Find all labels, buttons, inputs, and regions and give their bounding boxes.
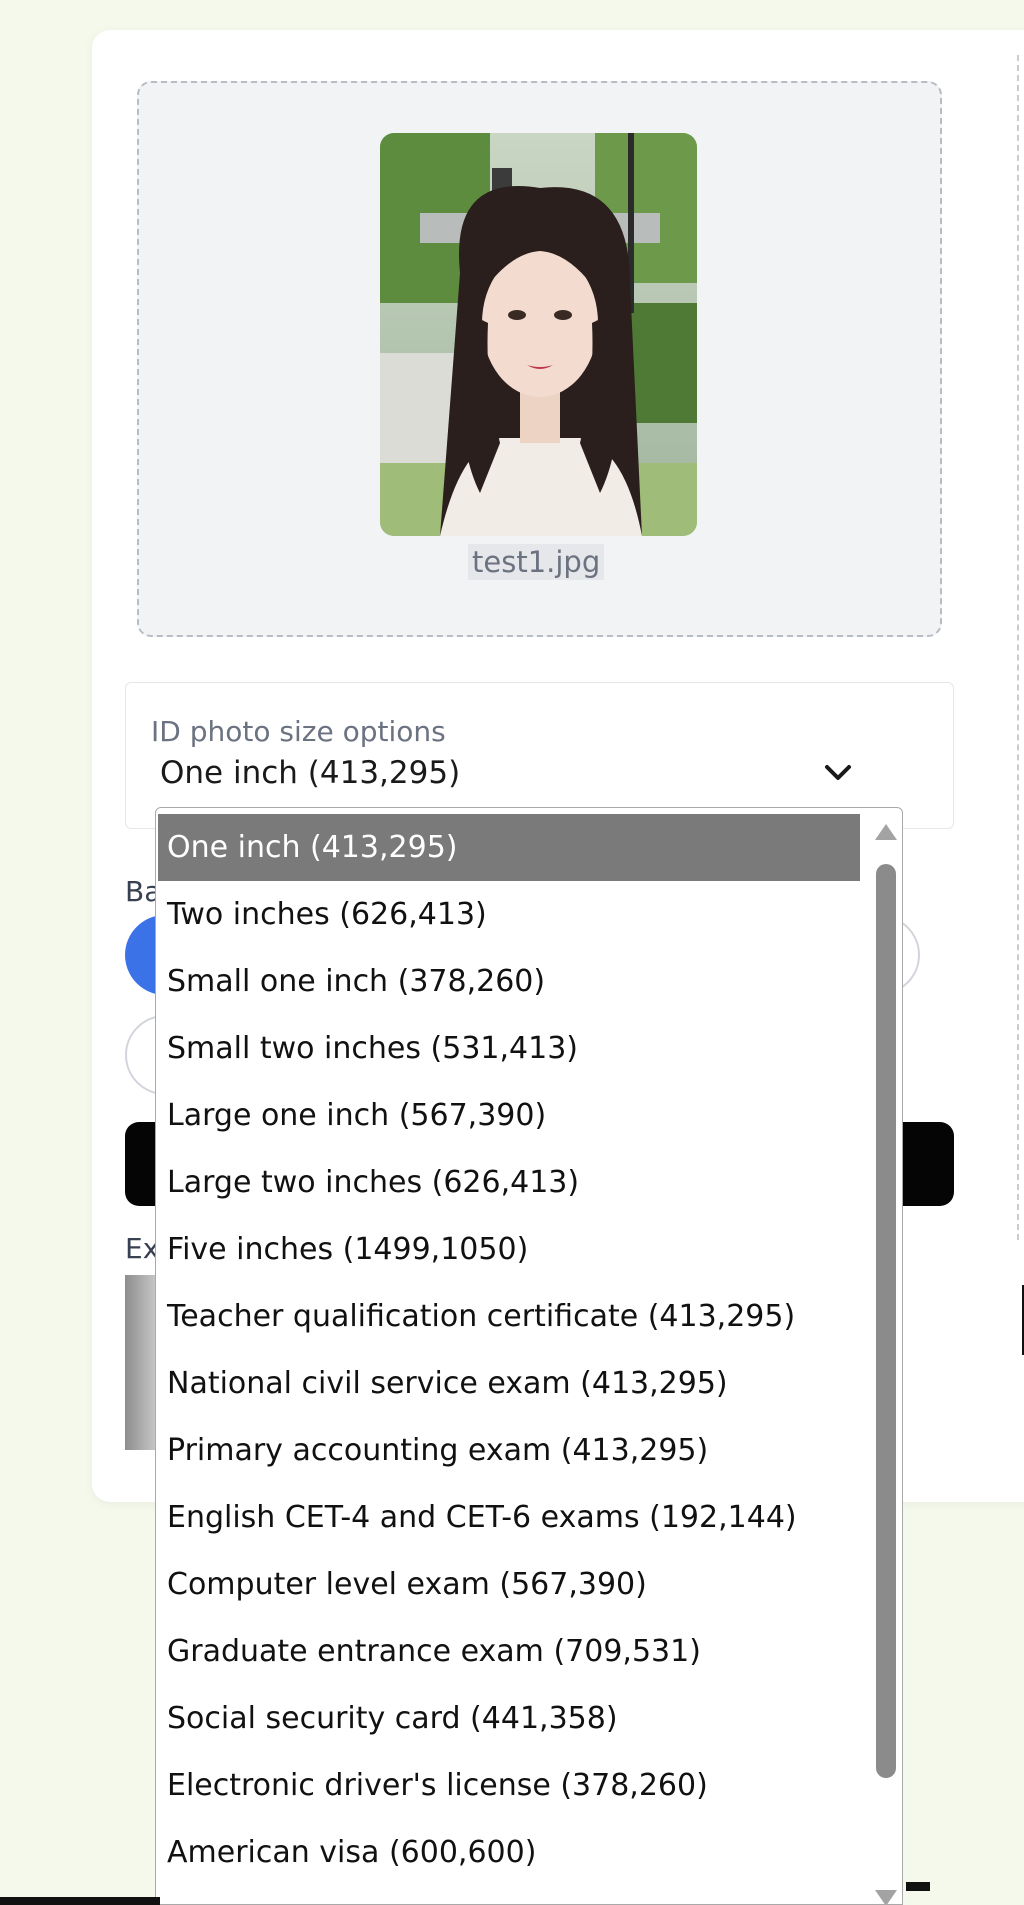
dropdown-option[interactable]: Large two inches (626,413) [158, 1149, 860, 1216]
scroll-down-arrow-icon[interactable] [873, 1888, 899, 1904]
dropdown-option[interactable]: Social security card (441,358) [158, 1685, 860, 1752]
uploaded-photo-preview [380, 133, 697, 536]
scrollbar-thumb[interactable] [876, 864, 896, 1778]
scroll-up-arrow-icon[interactable] [873, 822, 899, 846]
dropdown-option[interactable]: National civil service exam (413,295) [158, 1350, 860, 1417]
chevron-down-icon[interactable] [822, 760, 854, 786]
dropdown-option[interactable]: Graduate entrance exam (709,531) [158, 1618, 860, 1685]
dropdown-option[interactable]: Small two inches (531,413) [158, 1015, 860, 1082]
dropdown-option[interactable]: One inch (413,295) [158, 814, 860, 881]
dropdown-option[interactable]: Electronic driver's license (378,260) [158, 1752, 860, 1819]
dropdown-scrollbar[interactable] [868, 808, 902, 1904]
dropdown-option[interactable]: Five inches (1499,1050) [158, 1216, 860, 1283]
size-options-list: One inch (413,295) Two inches (626,413) … [158, 814, 860, 1886]
dropdown-option[interactable]: Large one inch (567,390) [158, 1082, 860, 1149]
dropdown-option[interactable]: English CET-4 and CET-6 exams (192,144) [158, 1484, 860, 1551]
dropdown-option[interactable]: Computer level exam (567,390) [158, 1551, 860, 1618]
bottom-edge-mark [906, 1882, 930, 1891]
dropdown-option[interactable]: Primary accounting exam (413,295) [158, 1417, 860, 1484]
dropdown-option[interactable]: Two inches (626,413) [158, 881, 860, 948]
size-select-value[interactable]: One inch (413,295) [160, 755, 460, 791]
size-select-label: ID photo size options [151, 715, 446, 748]
uploaded-filename: test1.jpg [468, 544, 605, 580]
dropdown-option[interactable]: Small one inch (378,260) [158, 948, 860, 1015]
dropdown-option[interactable]: Teacher qualification certificate (413,2… [158, 1283, 860, 1350]
right-panel-edge [1017, 55, 1019, 1240]
bottom-edge-bar [0, 1897, 160, 1905]
dropdown-option[interactable]: American visa (600,600) [158, 1819, 860, 1886]
size-options-dropdown[interactable]: One inch (413,295) Two inches (626,413) … [155, 807, 903, 1905]
